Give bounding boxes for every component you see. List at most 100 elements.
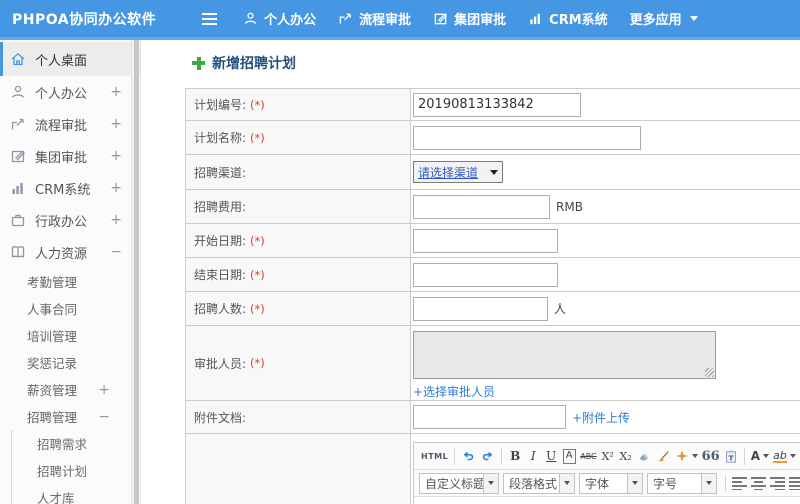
font-size-combo[interactable]: 字号 xyxy=(647,472,717,494)
undo-button[interactable] xyxy=(459,446,478,466)
sidebar-item-recruit-demand[interactable]: 招聘需求 xyxy=(12,430,140,457)
editor-content-area[interactable] xyxy=(414,497,800,504)
nav-group-approval[interactable]: 集团审批 xyxy=(433,9,506,28)
expand-icon[interactable]: + xyxy=(110,149,122,163)
sidebar-item-crm[interactable]: CRM系统 + xyxy=(0,172,140,204)
sidebar-subitem-attendance[interactable]: 考勤管理 xyxy=(0,268,140,295)
sidebar-item-recruit-plan[interactable]: 招聘计划 xyxy=(12,457,140,484)
sidebar-item-group-approval[interactable]: 集团审批 + xyxy=(0,140,140,172)
attachment-input[interactable] xyxy=(413,405,566,429)
flow-icon xyxy=(10,116,27,132)
font-color-button[interactable]: A xyxy=(749,446,771,466)
field-label: 计划名称: xyxy=(194,131,247,145)
channel-select[interactable]: 请选择渠道 xyxy=(413,161,503,183)
app-window: PHPOA协同办公软件 个人办公 流程审批 集团审批 CRM系统 更多应用 个人… xyxy=(0,0,800,504)
form-row-headcount: 招聘人数: (*) 人 xyxy=(186,292,800,326)
underline-button[interactable]: U xyxy=(542,446,560,466)
plan-number-input[interactable] xyxy=(413,92,581,117)
form-row-cost: 招聘费用: RMB xyxy=(186,190,800,224)
sidebar-subitem-recruitment[interactable]: 招聘管理 − xyxy=(0,403,140,430)
briefcase-icon xyxy=(10,212,27,228)
expand-icon[interactable]: + xyxy=(110,181,122,195)
field-label: 附件文档: xyxy=(194,410,247,425)
expand-icon[interactable]: + xyxy=(98,383,110,397)
collapse-icon[interactable]: − xyxy=(110,245,122,259)
align-justify-icon[interactable] xyxy=(787,473,800,493)
flow-icon xyxy=(338,11,353,26)
start-date-input[interactable] xyxy=(413,228,558,253)
sidebar-item-admin-office[interactable]: 行政办公 + xyxy=(0,204,140,236)
subscript-button[interactable]: X₂ xyxy=(617,446,635,466)
collapse-icon[interactable]: − xyxy=(98,410,110,424)
user-icon xyxy=(243,11,258,26)
end-date-input[interactable] xyxy=(413,262,558,287)
sidebar-subitem-rewards[interactable]: 奖惩记录 xyxy=(0,349,140,376)
sidebar: 个人桌面 个人办公 + 流程审批 + 集团审批 + CRM系统 + 行政办公 +… xyxy=(0,40,141,504)
caret-down-icon xyxy=(689,16,698,21)
eraser-icon[interactable] xyxy=(635,446,654,466)
nav-workflow-approval[interactable]: 流程审批 xyxy=(338,9,411,28)
sidebar-item-workflow-approval[interactable]: 流程审批 + xyxy=(0,108,140,140)
bold-button[interactable]: B xyxy=(506,446,524,466)
redo-button[interactable] xyxy=(478,446,497,466)
cost-input[interactable] xyxy=(413,194,550,219)
field-label: 招聘渠道: xyxy=(194,165,247,180)
align-left-icon[interactable] xyxy=(730,473,749,493)
italic-button[interactable]: I xyxy=(524,446,542,466)
sidebar-subitem-salary[interactable]: 薪资管理 + xyxy=(0,376,140,403)
expand-icon[interactable]: + xyxy=(110,117,122,131)
add-plus-icon xyxy=(192,56,205,70)
chart-icon xyxy=(528,11,543,26)
book-icon xyxy=(10,244,27,260)
field-label: 计划编号: xyxy=(194,98,247,112)
auto-format-icon[interactable] xyxy=(673,446,700,466)
nav-personal-office[interactable]: 个人办公 xyxy=(243,9,316,28)
font-family-combo[interactable]: 字体 xyxy=(579,472,643,494)
superscript-button[interactable]: X² xyxy=(599,446,617,466)
sidebar-subitem-training[interactable]: 培训管理 xyxy=(0,322,140,349)
caret-down-icon xyxy=(789,454,796,458)
format-brush-icon[interactable] xyxy=(654,446,673,466)
align-right-icon[interactable] xyxy=(768,473,787,493)
attachment-upload-link[interactable]: +附件上传 xyxy=(572,409,630,426)
sidebar-item-hr[interactable]: 人力资源 − xyxy=(0,236,140,268)
sidebar-recruitment-group: 招聘需求 招聘计划 人才库 xyxy=(11,430,140,504)
home-icon xyxy=(10,51,27,67)
sidebar-item-personal-office[interactable]: 个人办公 + xyxy=(0,76,140,108)
scrollbar-thumb[interactable] xyxy=(134,40,139,504)
sidebar-scrollbar[interactable] xyxy=(131,40,139,504)
editor-toolbar-row2: 自定义标题 段落格式 字体 字号 xyxy=(414,470,800,497)
paste-icon[interactable]: T xyxy=(722,446,740,466)
approvers-textarea[interactable] xyxy=(413,331,716,379)
form-row-approvers: 审批人员: (*) +选择审批人员 xyxy=(186,326,800,401)
sidebar-item-talent-pool[interactable]: 人才库 xyxy=(12,484,140,504)
nav-more-apps[interactable]: 更多应用 xyxy=(630,9,698,28)
caret-down-icon xyxy=(701,473,716,493)
field-label: 审批人员: xyxy=(194,356,247,371)
strikethrough-button[interactable]: ABC xyxy=(578,446,598,466)
expand-icon[interactable]: + xyxy=(110,213,122,227)
caret-down-icon xyxy=(763,454,770,458)
select-approvers-link[interactable]: +选择审批人员 xyxy=(413,383,495,400)
autotypeset-button[interactable]: A xyxy=(562,448,576,464)
expand-icon[interactable]: + xyxy=(110,85,122,99)
blockquote-button[interactable]: 66 xyxy=(700,446,722,466)
source-code-button[interactable]: HTML xyxy=(419,446,450,466)
align-center-icon[interactable] xyxy=(749,473,768,493)
form-row-end-date: 结束日期: (*) xyxy=(186,258,800,292)
paragraph-format-combo[interactable]: 段落格式 xyxy=(503,472,575,494)
nav-crm-system[interactable]: CRM系统 xyxy=(528,9,608,28)
menu-hamburger-icon[interactable] xyxy=(202,12,218,25)
headcount-suffix: 人 xyxy=(554,302,567,316)
sidebar-subitem-hr-contract[interactable]: 人事合同 xyxy=(0,295,140,322)
form-row-attachment: 附件文档: +附件上传 xyxy=(186,401,800,434)
custom-title-combo[interactable]: 自定义标题 xyxy=(419,472,499,494)
headcount-input[interactable] xyxy=(413,296,548,321)
form-row-channel: 招聘渠道: 请选择渠道 xyxy=(186,155,800,190)
currency-suffix: RMB xyxy=(556,199,583,214)
form-row-plan-number: 计划编号: (*) xyxy=(186,89,800,121)
plan-name-input[interactable] xyxy=(413,125,641,150)
caret-down-icon xyxy=(627,473,642,493)
highlight-color-button[interactable]: ab xyxy=(771,446,798,466)
sidebar-item-personal-desktop[interactable]: 个人桌面 xyxy=(0,42,140,76)
